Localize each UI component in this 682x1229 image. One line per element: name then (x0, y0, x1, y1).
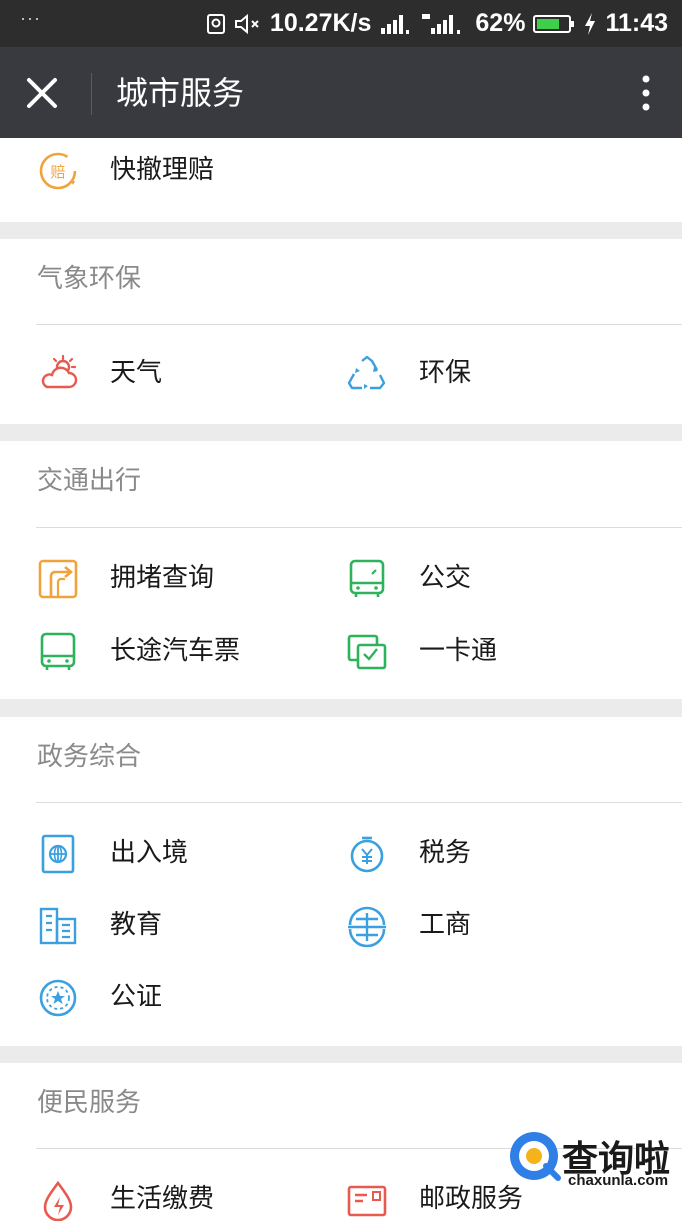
service-item-label: 环保 (419, 358, 472, 388)
service-item-tax[interactable]: 税务 (346, 823, 646, 883)
more-button[interactable] (638, 71, 654, 115)
service-item-label: 出入境 (110, 838, 189, 868)
section-weather-env: 气象环保 天气 环保 (0, 239, 682, 424)
section-gap (0, 1046, 682, 1063)
section-insurance: 赔 快撤理赔 (0, 138, 682, 222)
watermark-logo-icon (506, 1126, 566, 1186)
section-title: 政务综合 (37, 742, 142, 772)
status-bar: ··· 10.27K/s 62% 11:43 (0, 0, 682, 47)
section-title: 气象环保 (37, 264, 142, 294)
signal-icon (379, 12, 413, 36)
claim-icon: 赔 (37, 150, 79, 192)
bus-icon (346, 558, 388, 600)
section-gap (0, 222, 682, 239)
service-item-bus[interactable]: 公交 (346, 548, 646, 608)
service-item-notary[interactable]: 公证 (37, 967, 337, 1027)
section-gap (0, 424, 682, 441)
service-item-label: 税务 (419, 838, 472, 868)
business-icon (346, 905, 388, 947)
battery-icon (533, 13, 575, 35)
section-title: 便民服务 (37, 1088, 142, 1118)
service-item-label: 快撤理赔 (110, 155, 215, 185)
charging-icon (583, 12, 597, 36)
svg-text:赔: 赔 (50, 163, 65, 181)
service-item-label: 拥堵查询 (110, 563, 215, 593)
service-item-label: 教育 (110, 910, 163, 940)
section-title: 交通出行 (37, 466, 142, 496)
service-item-weather[interactable]: 天气 (37, 343, 337, 403)
service-item-label: 天气 (110, 358, 163, 388)
section-header: 交通出行 (0, 441, 682, 528)
divider (36, 324, 682, 325)
traffic-icon (37, 558, 79, 600)
section-header: 气象环保 (0, 239, 682, 325)
service-item-label: 工商 (419, 910, 472, 940)
postal-icon (346, 1179, 388, 1221)
education-icon (37, 905, 79, 947)
watermark: 查询啦 chaxunla.com (506, 1126, 682, 1212)
service-item-label: 长途汽车票 (110, 636, 241, 666)
passport-icon (37, 833, 79, 875)
service-item-immigration[interactable]: 出入境 (37, 823, 337, 883)
battery-percent: 62% (475, 9, 526, 37)
service-item-label: 一卡通 (419, 636, 498, 666)
watermark-url: chaxunla.com (568, 1172, 669, 1189)
transit-card-icon (346, 631, 388, 673)
section-transport: 交通出行 拥堵查询 公交 长途汽车票 一卡通 (0, 441, 682, 699)
weather-icon (37, 353, 79, 395)
page-title: 城市服务 (116, 74, 245, 112)
coach-icon (37, 631, 79, 673)
service-item-environment[interactable]: 环保 (346, 343, 646, 403)
service-item-business[interactable]: 工商 (346, 895, 646, 955)
service-item-label: 公交 (419, 563, 472, 593)
service-item-label: 公证 (110, 982, 163, 1012)
service-item-utility[interactable]: 生活缴费 (37, 1169, 337, 1229)
service-item-coach[interactable]: 长途汽车票 (37, 621, 337, 681)
recycle-icon (346, 353, 388, 395)
network-speed: 10.27K/s (269, 9, 372, 37)
divider (36, 802, 682, 803)
service-item-claim[interactable]: 赔 快撤理赔 (37, 140, 337, 200)
notification-dots: ··· (20, 8, 41, 28)
section-government: 政务综合 出入境 税务 教育 工商 公证 (0, 717, 682, 1046)
service-item-traffic[interactable]: 拥堵查询 (37, 548, 337, 608)
tax-icon (346, 833, 388, 875)
title-bar: 城市服务 (0, 47, 682, 138)
utility-payment-icon (37, 1179, 79, 1221)
section-gap (0, 699, 682, 717)
service-item-education[interactable]: 教育 (37, 895, 337, 955)
service-item-transit-card[interactable]: 一卡通 (346, 621, 646, 681)
section-header: 政务综合 (0, 717, 682, 803)
location-icon (206, 13, 226, 35)
signal-4g-icon (421, 12, 467, 36)
more-vertical-icon (642, 75, 650, 111)
divider (36, 527, 682, 528)
mute-icon (234, 13, 262, 35)
notary-icon (37, 977, 79, 1019)
title-divider (91, 73, 92, 115)
close-button[interactable] (20, 71, 64, 115)
content: 赔 快撤理赔 气象环保 天气 环保 交通出行 拥堵查询 公交 长途汽车票 一卡通… (0, 138, 682, 1223)
clock: 11:43 (605, 9, 668, 37)
close-icon (27, 78, 57, 108)
